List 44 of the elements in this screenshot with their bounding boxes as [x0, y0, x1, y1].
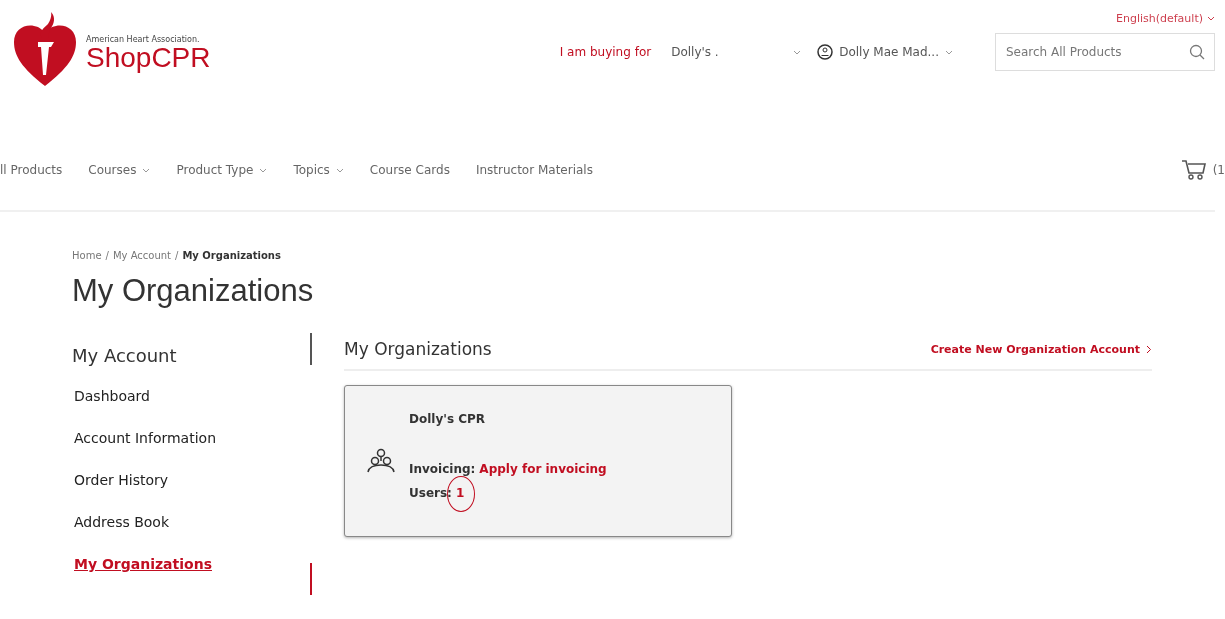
nav-link[interactable]: ll Products [0, 163, 63, 177]
sidebar-link[interactable]: Dashboard [74, 388, 308, 404]
people-group-icon [367, 448, 395, 474]
chevron-down-icon [945, 49, 953, 55]
invoicing-label: Invoicing: [409, 462, 476, 476]
sidebar-title: My Account [72, 345, 178, 366]
chevron-down-icon [259, 167, 268, 173]
breadcrumb-link[interactable]: Home [72, 250, 102, 261]
sidebar-link[interactable]: My Organizations [74, 556, 308, 572]
search-icon [1189, 44, 1205, 60]
section-title: My Organizations [344, 339, 492, 359]
nav-link[interactable]: Courses [88, 163, 151, 177]
organization-name: Dolly's CPR [409, 412, 487, 426]
create-organization-link[interactable]: Create New Organization Account [930, 342, 1152, 356]
search-field[interactable]: Search All Products [995, 33, 1215, 71]
user-icon [817, 44, 834, 60]
breadcrumb-link[interactable]: My Organizations [182, 250, 281, 261]
chevron-down-icon [142, 167, 151, 173]
nav-link[interactable]: Topics [293, 163, 344, 177]
buying-for-dropdown[interactable]: Dolly's . [663, 41, 810, 63]
account-dropdown[interactable]: Dolly Mae Mad... [809, 40, 961, 64]
cart-count: (1 [1212, 163, 1225, 177]
apply-invoicing-link[interactable]: Apply for invoicing [479, 462, 607, 476]
page-title: My Organizations [72, 273, 315, 309]
chevron-right-icon [1146, 344, 1152, 354]
sidebar-link[interactable]: Address Book [74, 514, 308, 530]
chevron-down-icon [1207, 16, 1215, 21]
breadcrumb-separator: / [175, 250, 179, 261]
language-selector[interactable]: English(default) [1116, 12, 1215, 25]
users-count: 1 [455, 486, 465, 500]
chevron-down-icon [793, 49, 802, 55]
buying-for-label: I am buying for [559, 45, 652, 59]
breadcrumb-link[interactable]: My Account [112, 250, 171, 261]
nav-link[interactable]: Product Type [176, 163, 268, 177]
nav-link[interactable]: Course Cards [369, 163, 450, 177]
sidebar-link[interactable]: Order History [74, 472, 308, 488]
sidebar-link[interactable]: Account Information [74, 430, 308, 446]
cart-icon[interactable] [1180, 159, 1207, 181]
logo-tagline: American Heart Association. [86, 34, 201, 44]
nav-link[interactable]: Instructor Materials [475, 163, 593, 177]
breadcrumb-separator: / [105, 250, 109, 261]
chevron-down-icon [335, 167, 344, 173]
heart-torch-logo-icon [12, 12, 78, 88]
logo-wordmark: ShopCPR [86, 43, 211, 72]
